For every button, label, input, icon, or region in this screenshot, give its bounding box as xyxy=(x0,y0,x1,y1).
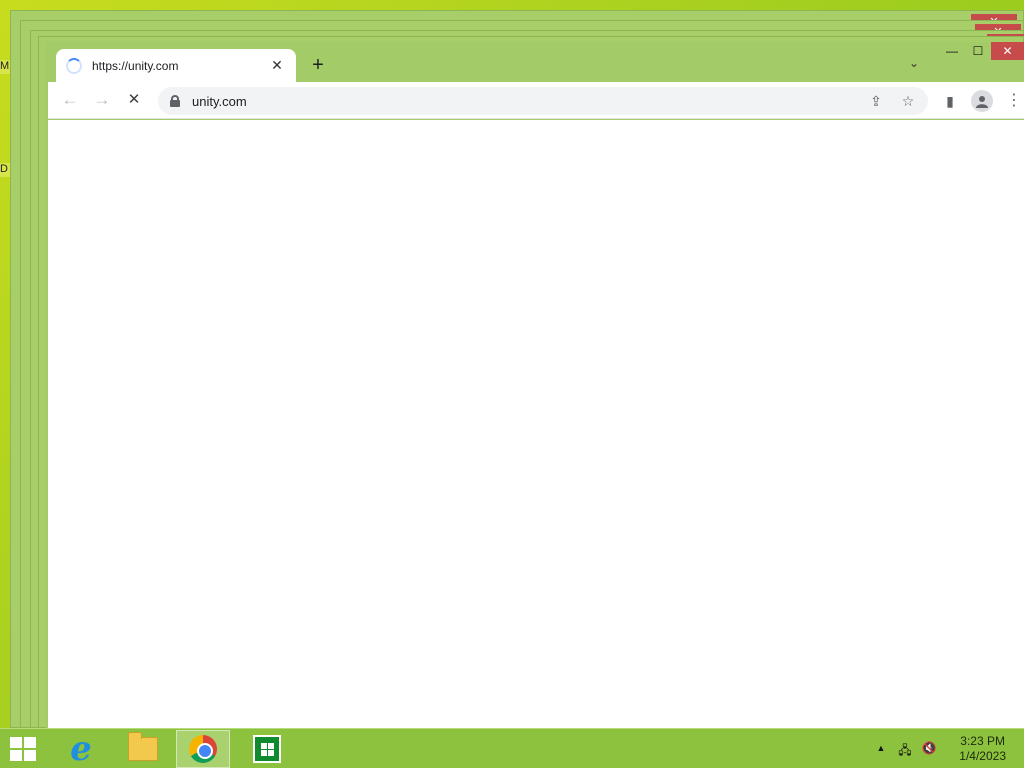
stop-loading-button[interactable]: ✕ xyxy=(123,90,145,112)
taskbar-file-explorer[interactable] xyxy=(116,730,170,768)
url-text[interactable]: unity.com xyxy=(192,94,864,109)
store-icon xyxy=(253,735,281,763)
taskbar-chrome[interactable] xyxy=(176,730,230,768)
clock[interactable]: 3:23 PM 1/4/2023 xyxy=(959,734,1006,764)
taskbar-store[interactable] xyxy=(240,730,294,768)
forward-button[interactable]: → xyxy=(91,90,113,112)
tab-strip: https://unity.com ✕ + ⌄ — ☐ ✕ xyxy=(46,42,1024,82)
volume-muted-icon[interactable]: 🔇 xyxy=(920,741,938,755)
profile-button[interactable] xyxy=(969,88,995,114)
tray-overflow-icon[interactable]: ▲ xyxy=(872,743,890,753)
back-button[interactable]: ← xyxy=(59,90,81,112)
taskbar-internet-explorer[interactable]: e xyxy=(54,729,108,768)
loading-spinner-icon xyxy=(66,57,82,74)
tab-search-button[interactable]: ⌄ xyxy=(904,56,924,76)
clock-time: 3:23 PM xyxy=(960,734,1005,748)
start-button[interactable] xyxy=(10,737,38,761)
maximize-button[interactable]: ☐ xyxy=(965,42,991,60)
windows-logo-icon xyxy=(10,737,22,748)
page-content[interactable] xyxy=(48,120,1024,728)
close-button[interactable]: ✕ xyxy=(991,42,1024,60)
avatar-icon xyxy=(971,90,993,112)
folder-icon xyxy=(128,732,158,761)
chrome-window: https://unity.com ✕ + ⌄ — ☐ ✕ ← → ✕ unit… xyxy=(46,42,1024,728)
minimize-button[interactable]: — xyxy=(939,42,965,60)
bookmark-star-icon[interactable]: ☆ xyxy=(896,89,920,113)
share-icon[interactable]: ⇪ xyxy=(864,89,888,113)
address-bar[interactable]: unity.com ⇪ ☆ xyxy=(158,87,928,115)
chrome-icon xyxy=(189,735,217,763)
clock-date: 1/4/2023 xyxy=(959,749,1006,763)
tab-title: https://unity.com xyxy=(92,58,179,73)
taskbar: e ▲ 🖧 🔇 3:23 PM 1/4/2023 xyxy=(0,728,1024,768)
new-tab-button[interactable]: + xyxy=(306,54,330,78)
network-icon[interactable]: 🖧 xyxy=(896,741,914,762)
lock-icon[interactable] xyxy=(170,95,180,107)
ie-icon: e xyxy=(70,729,92,768)
tab-close-icon[interactable]: ✕ xyxy=(268,57,286,74)
menu-icon[interactable]: ⋮ xyxy=(1001,88,1024,114)
tab-active[interactable]: https://unity.com ✕ xyxy=(56,49,296,82)
side-panel-icon[interactable]: ▮ xyxy=(937,88,963,114)
browser-toolbar: ← → ✕ unity.com ⇪ ☆ ▮ ⋮ xyxy=(48,82,1024,119)
window-controls: — ☐ ✕ xyxy=(939,42,1024,62)
